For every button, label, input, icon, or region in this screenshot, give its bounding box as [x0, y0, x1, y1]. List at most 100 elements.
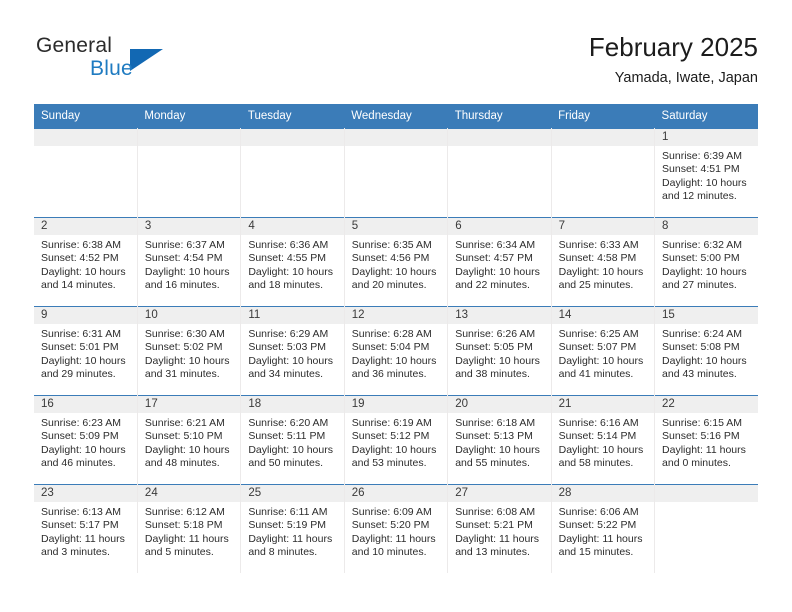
sunset-text: Sunset: 4:57 PM — [455, 252, 533, 265]
sunrise-text: Sunrise: 6:34 AM — [455, 239, 536, 251]
calendar-day-cell[interactable]: 26 Sunrise: 6:09 AM Sunset: 5:20 PM Dayligh… — [344, 484, 449, 573]
sunset-text: Sunset: 5:20 PM — [351, 519, 430, 532]
sunrise-text: Sunrise: 6:16 AM — [558, 417, 639, 429]
daylight-text: Daylight: 11 hours and 13 minutes. — [455, 532, 540, 559]
day-number: 2 — [34, 218, 137, 235]
day-number: 26 — [344, 485, 448, 502]
calendar-day-cell[interactable]: 9 Sunrise: 6:31 AM Sunset: 5:01 PM Daylight… — [34, 306, 138, 396]
day-details: Sunrise: 6:09 AM Sunset: 5:20 PM Daylight:… — [345, 502, 447, 560]
calendar-day-cell[interactable]: 28 Sunrise: 6:06 AM Sunset: 5:22 PM Dayligh… — [551, 484, 656, 573]
day-details: Sunrise: 6:26 AM Sunset: 5:05 PM Daylight:… — [448, 324, 550, 382]
calendar-day-cell[interactable]: 5 Sunrise: 6:35 AM Sunset: 4:56 PM Daylight… — [344, 217, 449, 307]
daylight-text: Daylight: 10 hours and 41 minutes. — [558, 354, 644, 381]
daylight-text: Daylight: 11 hours and 10 minutes. — [351, 532, 436, 559]
calendar-day-cell[interactable]: 8 Sunrise: 6:32 AM Sunset: 5:00 PM Daylight… — [654, 217, 758, 307]
calendar-page: General Blue February 2025 Yamada, Iwate… — [0, 0, 792, 612]
calendar-day-cell[interactable]: 6 Sunrise: 6:34 AM Sunset: 4:57 PM Daylight… — [447, 217, 552, 307]
day-number — [137, 129, 241, 146]
daylight-text: Daylight: 10 hours and 16 minutes. — [144, 265, 230, 292]
calendar-day-cell[interactable]: 3 Sunrise: 6:37 AM Sunset: 4:54 PM Daylight… — [137, 217, 242, 307]
day-details: Sunrise: 6:19 AM Sunset: 5:12 PM Daylight:… — [345, 413, 447, 471]
day-number: 1 — [655, 129, 758, 146]
daylight-text: Daylight: 10 hours and 36 minutes. — [351, 354, 437, 381]
daylight-text: Daylight: 10 hours and 34 minutes. — [248, 354, 333, 381]
sunset-text: Sunset: 5:05 PM — [455, 341, 533, 354]
day-details: Sunrise: 6:39 AM Sunset: 4:51 PM Daylight:… — [655, 146, 758, 204]
day-number: 7 — [551, 218, 655, 235]
day-details: Sunrise: 6:32 AM Sunset: 5:00 PM Daylight:… — [655, 235, 758, 293]
weekday-header-saturday: Saturday — [654, 104, 758, 129]
sunrise-text: Sunrise: 6:33 AM — [558, 239, 639, 251]
sunrise-text: Sunrise: 6:36 AM — [248, 239, 329, 251]
day-number: 21 — [551, 396, 655, 413]
calendar-day-cell[interactable]: 18 Sunrise: 6:20 AM Sunset: 5:11 PM Dayligh… — [240, 395, 345, 485]
calendar-day-cell[interactable]: 13 Sunrise: 6:26 AM Sunset: 5:05 PM Dayligh… — [447, 306, 552, 396]
calendar-day-cell[interactable]: 1 Sunrise: 6:39 AM Sunset: 4:51 PM Daylight… — [654, 128, 758, 218]
day-number: 16 — [34, 396, 137, 413]
daylight-text: Daylight: 10 hours and 46 minutes. — [41, 443, 126, 470]
sunset-text: Sunset: 5:09 PM — [41, 430, 119, 443]
daylight-text: Daylight: 10 hours and 53 minutes. — [351, 443, 437, 470]
day-details: Sunrise: 6:31 AM Sunset: 5:01 PM Daylight:… — [34, 324, 137, 382]
day-details: Sunrise: 6:30 AM Sunset: 5:02 PM Daylight:… — [138, 324, 240, 382]
page-title: February 2025 — [588, 32, 758, 62]
calendar-day-cell[interactable]: 22 Sunrise: 6:15 AM Sunset: 5:16 PM Dayligh… — [654, 395, 758, 485]
sunrise-text: Sunrise: 6:28 AM — [351, 328, 432, 340]
calendar-day-cell[interactable]: 14 Sunrise: 6:25 AM Sunset: 5:07 PM Dayligh… — [551, 306, 656, 396]
weekday-header-wednesday: Wednesday — [344, 104, 448, 129]
general-blue-logo[interactable]: General Blue — [34, 34, 264, 96]
calendar-day-cell[interactable]: 4 Sunrise: 6:36 AM Sunset: 4:55 PM Daylight… — [240, 217, 345, 307]
day-details: Sunrise: 6:08 AM Sunset: 5:21 PM Daylight:… — [448, 502, 550, 560]
sunset-text: Sunset: 5:14 PM — [558, 430, 637, 443]
sunrise-text: Sunrise: 6:25 AM — [558, 328, 639, 340]
sunset-text: Sunset: 5:13 PM — [455, 430, 533, 443]
weekday-header-friday: Friday — [551, 104, 655, 129]
day-details: Sunrise: 6:28 AM Sunset: 5:04 PM Daylight:… — [345, 324, 447, 382]
calendar-day-cell[interactable]: 23 Sunrise: 6:13 AM Sunset: 5:17 PM Dayligh… — [34, 484, 138, 573]
day-details: Sunrise: 6:34 AM Sunset: 4:57 PM Daylight:… — [448, 235, 550, 293]
day-number: 9 — [34, 307, 137, 324]
day-details: Sunrise: 6:20 AM Sunset: 5:11 PM Daylight:… — [241, 413, 343, 471]
day-number: 14 — [551, 307, 655, 324]
day-details: Sunrise: 6:36 AM Sunset: 4:55 PM Daylight:… — [241, 235, 343, 293]
calendar-day-cell[interactable]: 19 Sunrise: 6:19 AM Sunset: 5:12 PM Dayligh… — [344, 395, 449, 485]
calendar-day-cell[interactable]: 20 Sunrise: 6:18 AM Sunset: 5:13 PM Dayligh… — [447, 395, 552, 485]
sunrise-text: Sunrise: 6:32 AM — [662, 239, 742, 251]
sunset-text: Sunset: 5:19 PM — [248, 519, 326, 532]
calendar-day-cell[interactable]: 10 Sunrise: 6:30 AM Sunset: 5:02 PM Dayligh… — [137, 306, 242, 396]
daylight-text: Daylight: 10 hours and 14 minutes. — [41, 265, 126, 292]
day-number: 27 — [448, 485, 551, 502]
calendar-day-cell[interactable]: 17 Sunrise: 6:21 AM Sunset: 5:10 PM Dayligh… — [137, 395, 242, 485]
sunset-text: Sunset: 5:02 PM — [144, 341, 223, 354]
calendar-week-row: 9 Sunrise: 6:31 AM Sunset: 5:01 PM Daylight… — [34, 306, 758, 396]
weekday-header-thursday: Thursday — [447, 104, 552, 129]
calendar-day-cell[interactable]: 11 Sunrise: 6:29 AM Sunset: 5:03 PM Dayligh… — [240, 306, 345, 396]
daylight-text: Daylight: 10 hours and 48 minutes. — [144, 443, 230, 470]
sunrise-sunset-calendar: Sunday Monday Tuesday Wednesday Thursday… — [34, 104, 758, 573]
daylight-text: Daylight: 10 hours and 55 minutes. — [455, 443, 540, 470]
calendar-day-cell[interactable]: 24 Sunrise: 6:12 AM Sunset: 5:18 PM Dayligh… — [137, 484, 242, 573]
sunset-text: Sunset: 5:08 PM — [662, 341, 740, 354]
daylight-text: Daylight: 10 hours and 38 minutes. — [455, 354, 540, 381]
day-details: Sunrise: 6:11 AM Sunset: 5:19 PM Daylight:… — [241, 502, 343, 560]
day-details: Sunrise: 6:15 AM Sunset: 5:16 PM Daylight:… — [655, 413, 758, 471]
sunset-text: Sunset: 5:10 PM — [144, 430, 223, 443]
sunset-text: Sunset: 4:56 PM — [351, 252, 430, 265]
title-block: February 2025 Yamada, Iwate, Japan — [589, 30, 758, 89]
daylight-text: Daylight: 11 hours and 3 minutes. — [41, 532, 125, 559]
daylight-text: Daylight: 10 hours and 50 minutes. — [248, 443, 333, 470]
sunrise-text: Sunrise: 6:12 AM — [144, 506, 225, 518]
sunset-text: Sunset: 4:55 PM — [248, 252, 326, 265]
day-details: Sunrise: 6:24 AM Sunset: 5:08 PM Daylight:… — [655, 324, 758, 382]
sunrise-text: Sunrise: 6:37 AM — [144, 239, 225, 251]
calendar-day-cell[interactable]: 16 Sunrise: 6:23 AM Sunset: 5:09 PM Dayligh… — [34, 395, 138, 485]
calendar-day-cell[interactable]: 15 Sunrise: 6:24 AM Sunset: 5:08 PM Dayligh… — [654, 306, 758, 396]
day-number: 5 — [344, 218, 448, 235]
calendar-day-cell[interactable]: 7 Sunrise: 6:33 AM Sunset: 4:58 PM Daylight… — [551, 217, 656, 307]
day-details: Sunrise: 6:29 AM Sunset: 5:03 PM Daylight:… — [241, 324, 343, 382]
calendar-day-cell[interactable]: 2 Sunrise: 6:38 AM Sunset: 4:52 PM Daylight… — [34, 217, 138, 307]
calendar-day-cell[interactable]: 25 Sunrise: 6:11 AM Sunset: 5:19 PM Dayligh… — [240, 484, 345, 573]
calendar-day-cell[interactable]: 27 Sunrise: 6:08 AM Sunset: 5:21 PM Dayligh… — [447, 484, 552, 573]
calendar-day-cell[interactable]: 21 Sunrise: 6:16 AM Sunset: 5:14 PM Dayligh… — [551, 395, 656, 485]
calendar-day-cell[interactable]: 12 Sunrise: 6:28 AM Sunset: 5:04 PM Dayligh… — [344, 306, 449, 396]
